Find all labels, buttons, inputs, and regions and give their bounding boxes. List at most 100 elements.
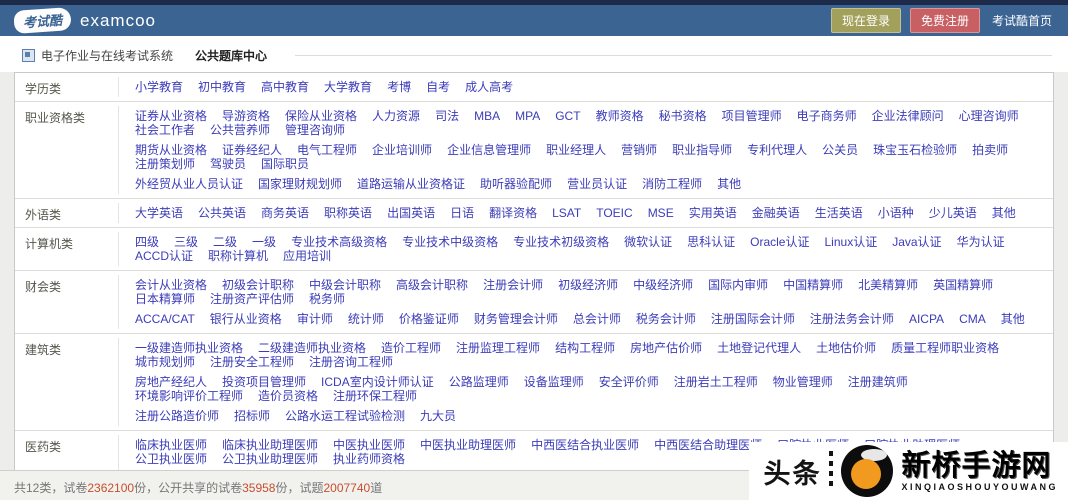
category-link[interactable]: 高中教育	[261, 80, 309, 94]
category-link[interactable]: GCT	[555, 109, 580, 123]
category-link[interactable]: 中级经济师	[633, 278, 693, 292]
category-link[interactable]: 少儿英语	[929, 206, 977, 220]
category-link[interactable]: 专业技术初级资格	[513, 235, 609, 249]
category-link[interactable]: 社会工作者	[135, 123, 195, 137]
category-link[interactable]: 注册资产评估师	[210, 292, 294, 306]
category-link[interactable]: 国际内审师	[708, 278, 768, 292]
category-link[interactable]: Java认证	[892, 235, 941, 249]
category-link[interactable]: 价格鉴证师	[399, 312, 459, 326]
category-link[interactable]: 保险从业资格	[285, 109, 357, 123]
category-link[interactable]: 翻译资格	[489, 206, 537, 220]
category-link[interactable]: 公共营养师	[210, 123, 270, 137]
category-link[interactable]: 注册监理工程师	[456, 341, 540, 355]
category-link[interactable]: 中级会计职称	[309, 278, 381, 292]
category-link[interactable]: 证券经纪人	[222, 143, 282, 157]
tab-public-library[interactable]: 公共题库中心	[195, 47, 267, 64]
category-link[interactable]: 财务管理会计师	[474, 312, 558, 326]
logo-badge[interactable]: 考试酷	[13, 7, 72, 34]
category-link[interactable]: 注册国际会计师	[711, 312, 795, 326]
category-link[interactable]: 实用英语	[689, 206, 737, 220]
category-link[interactable]: 银行从业资格	[210, 312, 282, 326]
category-link[interactable]: 日本精算师	[135, 292, 195, 306]
category-link[interactable]: 职称英语	[324, 206, 372, 220]
category-link[interactable]: 思科认证	[687, 235, 735, 249]
tab-exam-system[interactable]: 电子作业与在线考试系统	[41, 47, 173, 64]
category-link[interactable]: 四级	[135, 235, 159, 249]
category-link[interactable]: 导游资格	[222, 109, 270, 123]
category-link[interactable]: 其他	[1001, 312, 1025, 326]
category-link[interactable]: 公路水运工程试验检测	[285, 409, 405, 423]
category-link[interactable]: 北美精算师	[858, 278, 918, 292]
category-link[interactable]: 营销师	[621, 143, 657, 157]
category-link[interactable]: 电子商务师	[797, 109, 857, 123]
category-link[interactable]: 设备监理师	[524, 375, 584, 389]
category-link[interactable]: 安全评价师	[599, 375, 659, 389]
category-link[interactable]: 投资项目管理师	[222, 375, 306, 389]
category-link[interactable]: 注册安全工程师	[210, 355, 294, 369]
category-link[interactable]: 一级建造师执业资格	[135, 341, 243, 355]
category-link[interactable]: 土地估价师	[816, 341, 876, 355]
category-link[interactable]: 统计师	[348, 312, 384, 326]
category-link[interactable]: TOEIC	[596, 206, 632, 220]
category-link[interactable]: 二级	[213, 235, 237, 249]
category-link[interactable]: 消防工程师	[642, 177, 702, 191]
category-link[interactable]: 九大员	[420, 409, 456, 423]
category-link[interactable]: MPA	[515, 109, 540, 123]
category-link[interactable]: 注册咨询工程师	[309, 355, 393, 369]
category-link[interactable]: 出国英语	[387, 206, 435, 220]
category-link[interactable]: 审计师	[297, 312, 333, 326]
category-link[interactable]: AICPA	[909, 312, 944, 326]
category-link[interactable]: 拍卖师	[972, 143, 1008, 157]
category-link[interactable]: 职业经理人	[546, 143, 606, 157]
category-link[interactable]: 专利代理人	[747, 143, 807, 157]
home-link[interactable]: 考试酷首页	[992, 12, 1052, 29]
category-link[interactable]: 秘书资格	[659, 109, 707, 123]
category-link[interactable]: 驾驶员	[210, 157, 246, 171]
category-link[interactable]: 微软认证	[624, 235, 672, 249]
category-link[interactable]: 会计从业资格	[135, 278, 207, 292]
category-link[interactable]: 初级会计职称	[222, 278, 294, 292]
category-link[interactable]: 证券从业资格	[135, 109, 207, 123]
category-link[interactable]: 教师资格	[596, 109, 644, 123]
category-link[interactable]: 税务师	[309, 292, 345, 306]
category-link[interactable]: 企业信息管理师	[447, 143, 531, 157]
category-link[interactable]: 招标师	[234, 409, 270, 423]
category-link[interactable]: ICDA室内设计师认证	[321, 375, 434, 389]
category-link[interactable]: 其他	[992, 206, 1016, 220]
category-link[interactable]: 公关员	[822, 143, 858, 157]
category-link[interactable]: 中国精算师	[783, 278, 843, 292]
category-link[interactable]: 华为认证	[957, 235, 1005, 249]
category-link[interactable]: 考博	[387, 80, 411, 94]
category-link[interactable]: 期货从业资格	[135, 143, 207, 157]
category-link[interactable]: 中西医结合执业医师	[531, 438, 639, 452]
category-link[interactable]: 造价工程师	[381, 341, 441, 355]
category-link[interactable]: 大学英语	[135, 206, 183, 220]
category-link[interactable]: 电气工程师	[297, 143, 357, 157]
category-link[interactable]: 土地登记代理人	[717, 341, 801, 355]
category-link[interactable]: 房地产估价师	[630, 341, 702, 355]
category-link[interactable]: 助听器验配师	[480, 177, 552, 191]
category-link[interactable]: 注册会计师	[483, 278, 543, 292]
category-link[interactable]: 城市规划师	[135, 355, 195, 369]
category-link[interactable]: 外经贸从业人员认证	[135, 177, 243, 191]
category-link[interactable]: 心理咨询师	[959, 109, 1019, 123]
category-link[interactable]: 物业管理师	[773, 375, 833, 389]
category-link[interactable]: 结构工程师	[555, 341, 615, 355]
category-link[interactable]: 生活英语	[815, 206, 863, 220]
category-link[interactable]: 质量工程师职业资格	[891, 341, 999, 355]
category-link[interactable]: ACCD认证	[135, 249, 193, 263]
category-link[interactable]: 公卫执业医师	[135, 452, 207, 466]
login-button[interactable]: 现在登录	[830, 8, 901, 33]
category-link[interactable]: 注册岩土工程师	[674, 375, 758, 389]
category-link[interactable]: 税务会计师	[636, 312, 696, 326]
category-link[interactable]: 国际职员	[261, 157, 309, 171]
category-link[interactable]: 职业指导师	[672, 143, 732, 157]
category-link[interactable]: 金融英语	[752, 206, 800, 220]
category-link[interactable]: 初中教育	[198, 80, 246, 94]
category-link[interactable]: 二级建造师执业资格	[258, 341, 366, 355]
logo-text[interactable]: examcoo	[80, 11, 156, 31]
category-link[interactable]: LSAT	[552, 206, 581, 220]
category-link[interactable]: 专业技术高级资格	[291, 235, 387, 249]
category-link[interactable]: 英国精算师	[933, 278, 993, 292]
category-link[interactable]: 初级经济师	[558, 278, 618, 292]
